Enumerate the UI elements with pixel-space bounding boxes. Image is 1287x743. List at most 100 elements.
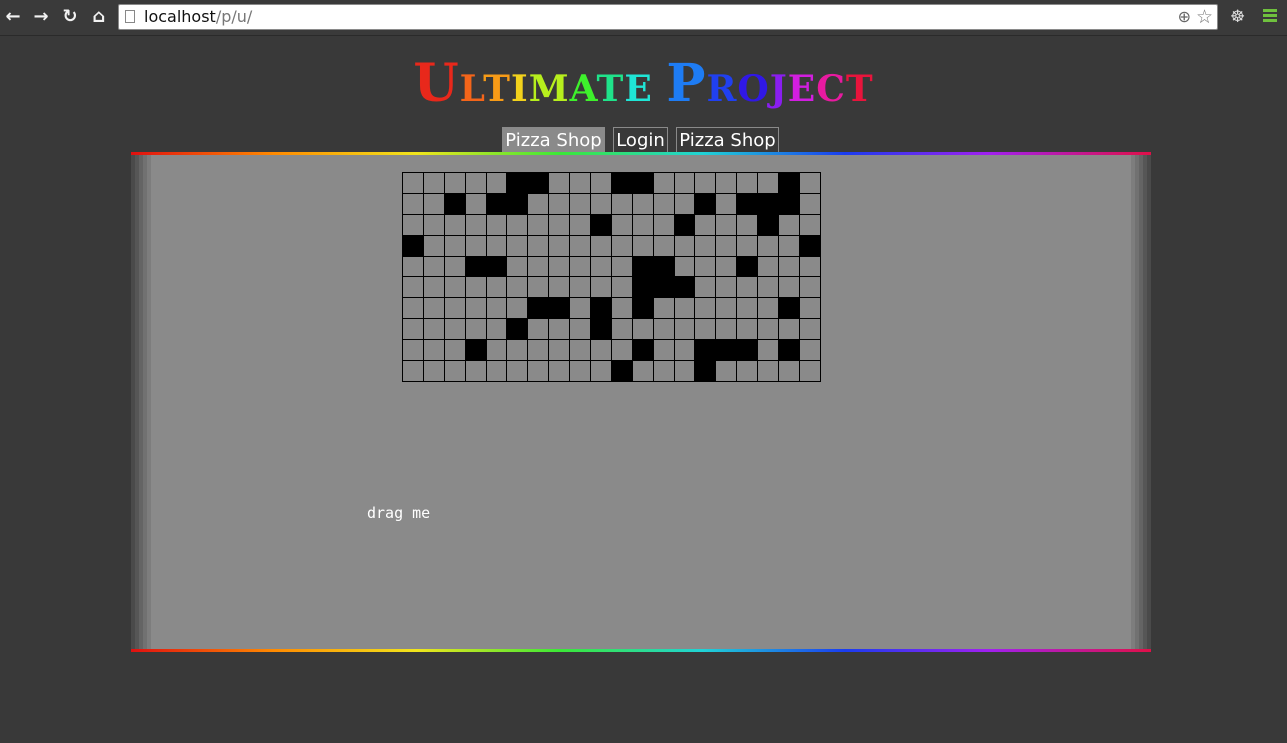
grid-cell[interactable]: [779, 319, 800, 341]
grid-cell[interactable]: [570, 340, 592, 362]
grid-cell[interactable]: [486, 256, 508, 278]
grid-cell[interactable]: [779, 277, 800, 299]
grid-cell[interactable]: [653, 340, 675, 362]
grid-cell[interactable]: [653, 214, 675, 236]
grid-cell[interactable]: [591, 340, 612, 362]
grid-cell[interactable]: [799, 340, 821, 362]
grid-cell[interactable]: [758, 214, 780, 236]
grid-cell[interactable]: [465, 256, 487, 278]
grid-cell[interactable]: [486, 235, 508, 257]
grid-cell[interactable]: [528, 319, 550, 341]
grid-cell[interactable]: [737, 173, 759, 194]
grid-cell[interactable]: [549, 319, 571, 341]
grid-cell[interactable]: [799, 298, 821, 320]
grid-cell[interactable]: [695, 214, 717, 236]
grid-cell[interactable]: [632, 340, 654, 362]
grid-cell[interactable]: [528, 173, 550, 194]
grid-cell[interactable]: [779, 173, 800, 194]
grid-cell[interactable]: [465, 214, 487, 236]
grid-cell[interactable]: [423, 256, 445, 278]
grid-cell[interactable]: [695, 340, 717, 362]
grid-cell[interactable]: [632, 173, 654, 194]
grid-cell[interactable]: [465, 319, 487, 341]
grid-cell[interactable]: [611, 173, 633, 194]
grid-cell[interactable]: [507, 277, 529, 299]
grid-cell[interactable]: [507, 340, 529, 362]
grid-cell[interactable]: [423, 214, 445, 236]
grid-cell[interactable]: [403, 193, 424, 215]
grid-cell[interactable]: [549, 256, 571, 278]
reload-icon[interactable]: ↻: [59, 6, 81, 28]
zoom-icon[interactable]: ⊕: [1178, 8, 1191, 26]
grid-cell[interactable]: [465, 361, 487, 382]
grid-cell[interactable]: [570, 298, 592, 320]
grid-cell[interactable]: [737, 193, 759, 215]
grid-cell[interactable]: [444, 277, 466, 299]
grid-cell[interactable]: [403, 298, 424, 320]
grid-cell[interactable]: [779, 235, 800, 257]
nav-link-login[interactable]: Login: [613, 127, 668, 154]
grid-cell[interactable]: [779, 361, 800, 382]
grid-cell[interactable]: [695, 277, 717, 299]
grid-cell[interactable]: [570, 277, 592, 299]
grid-cell[interactable]: [674, 256, 696, 278]
grid-cell[interactable]: [486, 340, 508, 362]
grid-cell[interactable]: [799, 173, 821, 194]
grid-cell[interactable]: [695, 256, 717, 278]
grid-cell[interactable]: [674, 193, 696, 215]
home-icon[interactable]: ⌂: [88, 6, 110, 28]
grid-cell[interactable]: [444, 256, 466, 278]
grid-cell[interactable]: [695, 298, 717, 320]
grid-cell[interactable]: [486, 193, 508, 215]
grid-cell[interactable]: [403, 340, 424, 362]
grid-cell[interactable]: [423, 319, 445, 341]
grid-cell[interactable]: [799, 361, 821, 382]
grid-cell[interactable]: [528, 256, 550, 278]
grid-cell[interactable]: [799, 256, 821, 278]
grid-cell[interactable]: [716, 193, 738, 215]
grid-cell[interactable]: [403, 214, 424, 236]
grid-cell[interactable]: [611, 256, 633, 278]
nav-link-pizza-shop[interactable]: Pizza Shop: [502, 127, 605, 154]
grid-cell[interactable]: [423, 193, 445, 215]
forward-arrow-icon[interactable]: →: [30, 6, 52, 28]
grid-cell[interactable]: [653, 173, 675, 194]
grid-cell[interactable]: [465, 193, 487, 215]
nav-link-pizza-shop-2[interactable]: Pizza Shop: [676, 127, 779, 154]
grid-cell[interactable]: [716, 173, 738, 194]
grid-cell[interactable]: [716, 256, 738, 278]
extension-icon[interactable]: ☸: [1230, 6, 1245, 28]
grid-cell[interactable]: [653, 235, 675, 257]
grid-cell[interactable]: [779, 214, 800, 236]
grid-cell[interactable]: [632, 277, 654, 299]
grid-cell[interactable]: [486, 173, 508, 194]
grid-cell[interactable]: [632, 361, 654, 382]
grid-cell[interactable]: [758, 298, 780, 320]
grid-cell[interactable]: [591, 193, 612, 215]
grid-cell[interactable]: [695, 361, 717, 382]
grid-cell[interactable]: [591, 361, 612, 382]
grid-cell[interactable]: [403, 235, 424, 257]
grid-cell[interactable]: [779, 256, 800, 278]
grid-cell[interactable]: [570, 235, 592, 257]
grid-cell[interactable]: [611, 193, 633, 215]
grid-cell[interactable]: [799, 319, 821, 341]
grid-cell[interactable]: [444, 361, 466, 382]
grid-cell[interactable]: [423, 173, 445, 194]
grid-cell[interactable]: [799, 193, 821, 215]
grid-cell[interactable]: [465, 340, 487, 362]
address-bar[interactable]: localhost/p/u/ ⊕ ☆: [118, 4, 1218, 30]
grid-cell[interactable]: [507, 193, 529, 215]
grid-cell[interactable]: [799, 214, 821, 236]
grid-cell[interactable]: [570, 173, 592, 194]
grid-cell[interactable]: [779, 340, 800, 362]
grid-cell[interactable]: [507, 214, 529, 236]
grid-cell[interactable]: [465, 277, 487, 299]
grid-cell[interactable]: [758, 277, 780, 299]
grid-cell[interactable]: [465, 298, 487, 320]
grid-cell[interactable]: [507, 235, 529, 257]
grid-cell[interactable]: [674, 235, 696, 257]
grid-cell[interactable]: [799, 235, 821, 257]
grid-cell[interactable]: [549, 193, 571, 215]
grid-cell[interactable]: [403, 277, 424, 299]
